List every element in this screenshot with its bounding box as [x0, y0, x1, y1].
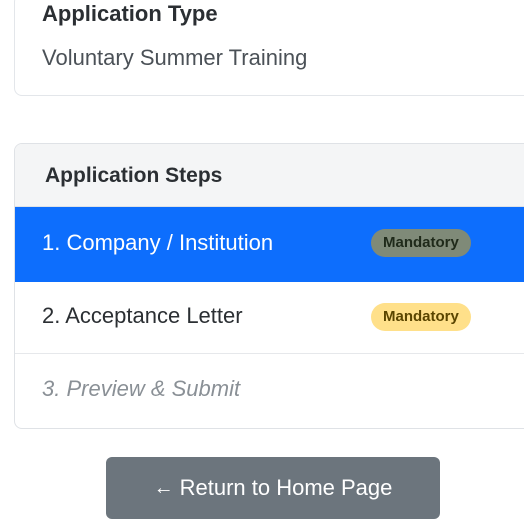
return-home-label: Return to Home Page — [179, 475, 393, 500]
return-home-button[interactable]: ← Return to Home Page — [106, 457, 440, 519]
mandatory-badge: Mandatory — [371, 303, 471, 331]
application-page: Application Type Voluntary Summer Traini… — [0, 0, 524, 521]
step-acceptance-letter[interactable]: 2. Acceptance Letter Mandatory — [15, 282, 524, 354]
application-type-value: Voluntary Summer Training — [42, 45, 308, 70]
mandatory-badge: Mandatory — [371, 229, 471, 257]
step-label: 3. Preview & Submit — [42, 376, 241, 401]
arrow-left-icon: ← — [153, 477, 174, 499]
step-label: 2. Acceptance Letter — [42, 303, 243, 328]
application-steps-list: Application Steps 1. Company / Instituti… — [14, 143, 524, 429]
step-label: 1. Company / Institution — [42, 230, 274, 255]
application-steps-header: Application Steps — [15, 144, 524, 207]
application-type-label: Application Type — [42, 1, 218, 26]
step-preview-submit[interactable]: 3. Preview & Submit — [15, 354, 524, 428]
application-type-card: Application Type Voluntary Summer Traini… — [14, 0, 524, 96]
step-company-institution[interactable]: 1. Company / Institution Mandatory — [15, 207, 524, 282]
application-steps-title: Application Steps — [45, 164, 223, 187]
